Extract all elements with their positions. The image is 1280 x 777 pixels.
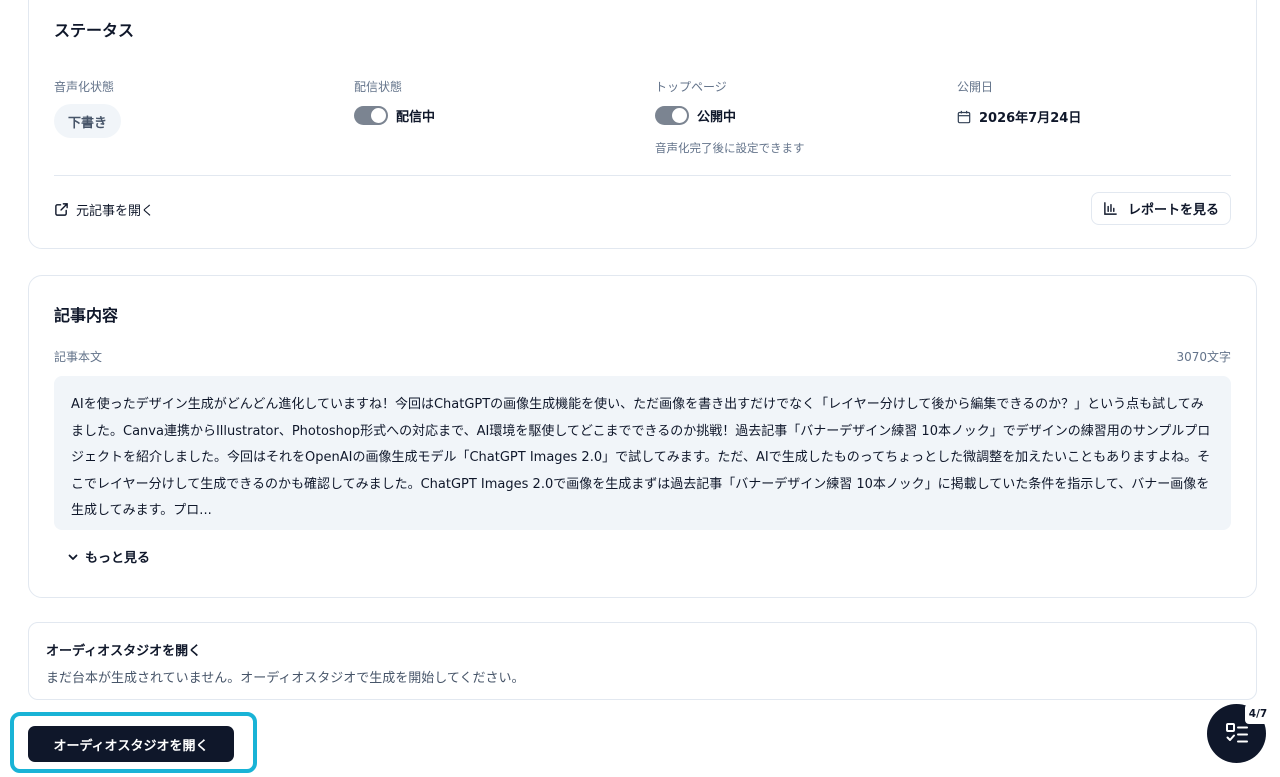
article-excerpt: AIを使ったデザイン生成がどんどん進化していますね！今回はChatGPTの画像生…: [54, 376, 1231, 530]
delivery-state-value: 配信中: [396, 110, 436, 125]
status-divider: [54, 175, 1231, 176]
view-report-label: レポートを見る: [1127, 203, 1219, 218]
audio-state-badge: 下書き: [54, 104, 122, 138]
top-page-value: 公開中: [697, 110, 737, 125]
delivery-toggle[interactable]: [354, 106, 388, 125]
delivery-toggle-row: 配信中: [354, 106, 435, 125]
view-report-button[interactable]: レポートを見る: [1090, 192, 1231, 225]
open-original-label: 元記事を開く: [76, 204, 155, 219]
checklist-icon: [1225, 722, 1248, 742]
publish-date: 2026年7月24日: [957, 107, 1081, 126]
show-more-label: もっと見る: [85, 551, 151, 566]
external-link-icon: [55, 203, 68, 216]
article-char-count: 3070文字: [1176, 350, 1231, 364]
publish-date-value: 2026年7月24日: [979, 111, 1082, 126]
article-body-label: 記事本文: [54, 350, 103, 364]
top-page-toggle-row: 公開中: [655, 106, 736, 125]
status-title: ステータス: [54, 21, 135, 40]
article-title: 記事内容: [54, 306, 119, 325]
chevron-down-icon: [68, 554, 78, 560]
show-more-button[interactable]: もっと見る: [67, 547, 150, 566]
delivery-state-label: 配信状態: [354, 80, 403, 94]
top-page-toggle[interactable]: [655, 106, 689, 125]
audio-studio-description: まだ台本が生成されていません。オーディオスタジオで生成を開始してください。: [46, 671, 525, 686]
audio-state-label: 音声化状態: [54, 80, 115, 94]
top-page-label: トップページ: [655, 80, 727, 94]
publish-date-label: 公開日: [957, 80, 994, 94]
bar-chart-icon: [1104, 202, 1117, 215]
top-page-hint: 音声化完了後に設定できます: [655, 141, 805, 155]
open-audio-studio-button[interactable]: オーディオスタジオを開く: [28, 726, 234, 762]
calendar-icon: [957, 110, 971, 123]
checklist-progress-badge: 4/7: [1245, 704, 1271, 724]
article-card: 記事内容 記事本文 3070文字 AIを使ったデザイン生成がどんどん進化していま…: [28, 275, 1257, 598]
open-original-link[interactable]: 元記事を開く: [54, 200, 154, 219]
audio-studio-card: オーディオスタジオを開く まだ台本が生成されていません。オーディオスタジオで生成…: [28, 622, 1257, 700]
audio-studio-title: オーディオスタジオを開く: [46, 644, 202, 659]
status-card: ステータス 音声化状態 下書き 配信状態 配信中 トップページ 公開中 音声化完…: [28, 0, 1257, 249]
